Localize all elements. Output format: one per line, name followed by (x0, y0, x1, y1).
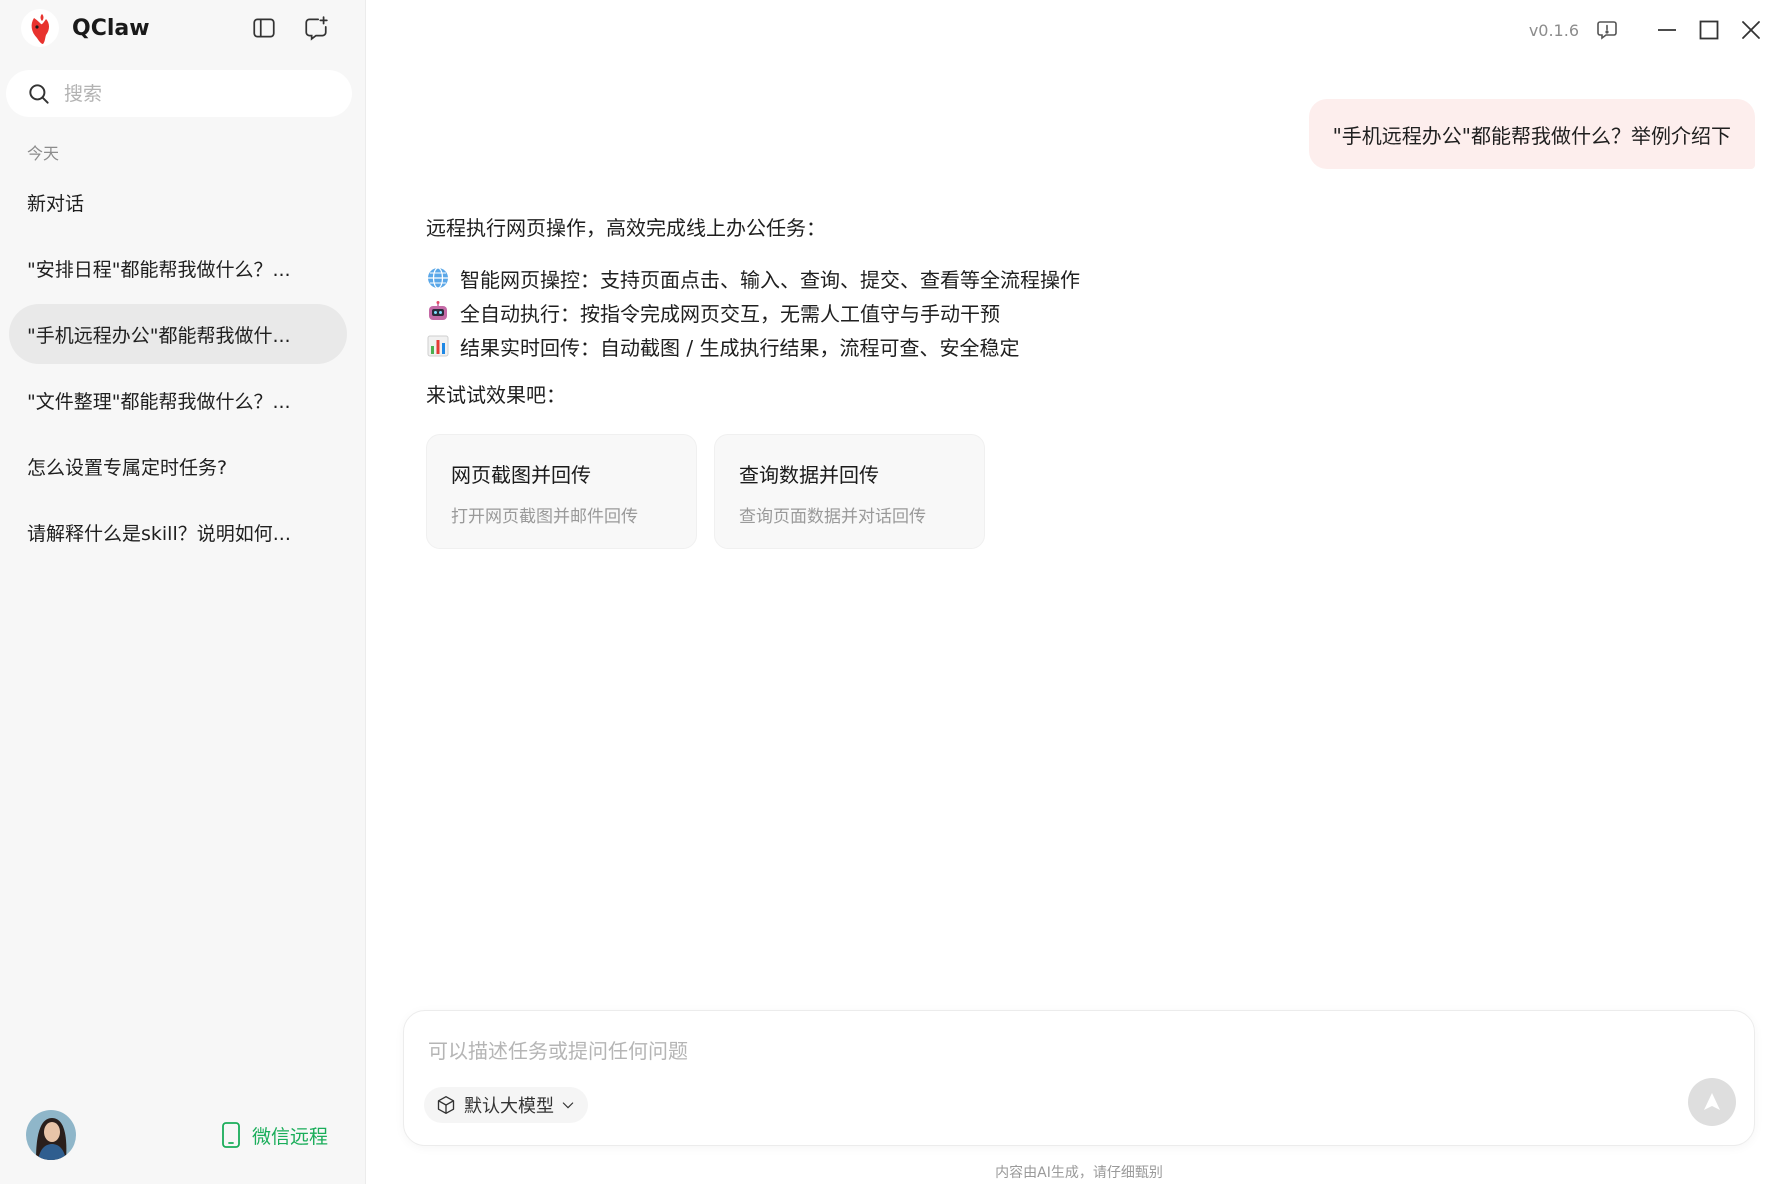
sidebar-toggle-icon (253, 18, 275, 38)
maximize-icon (1699, 20, 1719, 40)
feature-item: 智能网页操控：支持页面点击、输入、查询、提交、查看等全流程操作 (426, 261, 1080, 295)
toggle-sidebar-button[interactable] (248, 12, 280, 44)
robot-icon (429, 301, 447, 320)
title-bar: v0.1.6 (1529, 10, 1781, 50)
assistant-answer: 远程执行网页操作，高效完成线上办公任务： 智能网页操控：支持页面点击、输入、查询… (426, 212, 1080, 408)
user-avatar[interactable] (26, 1110, 76, 1160)
conversation-item[interactable]: 怎么设置专属定时任务? (9, 436, 347, 496)
conversation-item[interactable]: 请解释什么是skill？说明如何... (9, 502, 347, 562)
claw-logo-icon (21, 9, 59, 47)
new-chat-button[interactable] (300, 12, 332, 44)
search-input[interactable] (64, 82, 324, 105)
send-arrow-icon (1704, 1093, 1720, 1110)
brand: QClaw (20, 8, 150, 48)
conversation-item[interactable]: 新对话 (9, 172, 347, 232)
maximize-button[interactable] (1691, 12, 1727, 48)
card-description: 查询页面数据并对话回传 (739, 507, 926, 527)
answer-intro: 远程执行网页操作，高效完成线上办公任务： (426, 216, 826, 240)
section-label-today: 今天 (27, 144, 60, 163)
chevron-down-icon (562, 1102, 574, 1109)
feedback-icon (1597, 21, 1617, 40)
feature-text: 全自动执行：按指令完成网页交互，无需人工值守与手动干预 (460, 301, 1000, 326)
minimize-icon (1658, 29, 1676, 31)
card-title: 网页截图并回传 (451, 463, 591, 487)
search-icon (29, 83, 49, 104)
version-label: v0.1.6 (1528, 20, 1579, 40)
suggestion-cards: 网页截图并回传 打开网页截图并邮件回传 查询数据并回传 查询页面数据并对话回传 (426, 434, 1002, 549)
app-name: QClaw (72, 15, 150, 41)
conversation-item-active[interactable]: "手机远程办公"都能帮我做什... (9, 304, 347, 364)
wechat-remote-label: 微信远程 (252, 1125, 329, 1148)
suggestion-card-screenshot[interactable]: 网页截图并回传 打开网页截图并邮件回传 (426, 434, 697, 549)
chat-main: v0.1.6 "手机远程办公"都能帮我做什么？举例介绍下 远程执行网页操作，高效… (366, 0, 1781, 1184)
message-input[interactable] (428, 1035, 1628, 1069)
conversation-list: 新对话 "安排日程"都能帮我做什么？... "手机远程办公"都能帮我做什... … (9, 172, 347, 568)
card-title: 查询数据并回传 (739, 463, 879, 487)
conversation-item[interactable]: "安排日程"都能帮我做什么？... (9, 238, 347, 298)
app-window: QClaw 今天 新对话 "安排日程"都能帮我做什么？. (0, 0, 1781, 1184)
message-composer: 默认大模型 (403, 1010, 1755, 1146)
suggestion-card-query[interactable]: 查询数据并回传 查询页面数据并对话回传 (714, 434, 985, 549)
user-message-bubble: "手机远程办公"都能帮我做什么？举例介绍下 (1308, 99, 1755, 169)
close-icon (1742, 21, 1760, 39)
minimize-button[interactable] (1649, 12, 1685, 48)
feedback-button[interactable] (1589, 12, 1625, 48)
feature-item: 结果实时回传：自动截图 / 生成执行结果，流程可查、安全稳定 (426, 329, 1080, 363)
model-selector[interactable]: 默认大模型 (424, 1087, 588, 1123)
sidebar: QClaw 今天 新对话 "安排日程"都能帮我做什么？. (0, 0, 366, 1184)
feature-text: 结果实时回传：自动截图 / 生成执行结果，流程可查、安全稳定 (460, 335, 1020, 360)
close-button[interactable] (1733, 12, 1769, 48)
bar-chart-icon (427, 335, 449, 357)
conversation-item[interactable]: "文件整理"都能帮我做什么？... (9, 370, 347, 430)
new-chat-icon (305, 16, 328, 41)
feature-text: 智能网页操控：支持页面点击、输入、查询、提交、查看等全流程操作 (460, 267, 1080, 292)
avatar-image (26, 1110, 76, 1160)
feature-item: 全自动执行：按指令完成网页交互，无需人工值守与手动干预 (426, 295, 1080, 329)
search-box[interactable] (6, 70, 352, 117)
card-description: 打开网页截图并邮件回传 (451, 507, 638, 527)
globe-icon (428, 267, 448, 289)
try-prompt-label: 来试试效果吧： (426, 383, 566, 407)
model-label: 默认大模型 (464, 1096, 554, 1117)
phone-icon (222, 1122, 240, 1148)
wechat-remote-button[interactable]: 微信远程 (220, 1117, 328, 1153)
cube-icon (437, 1096, 455, 1114)
send-button[interactable] (1688, 1078, 1736, 1126)
ai-disclaimer: 内容由AI生成，请仔细甄别 (995, 1165, 1163, 1181)
